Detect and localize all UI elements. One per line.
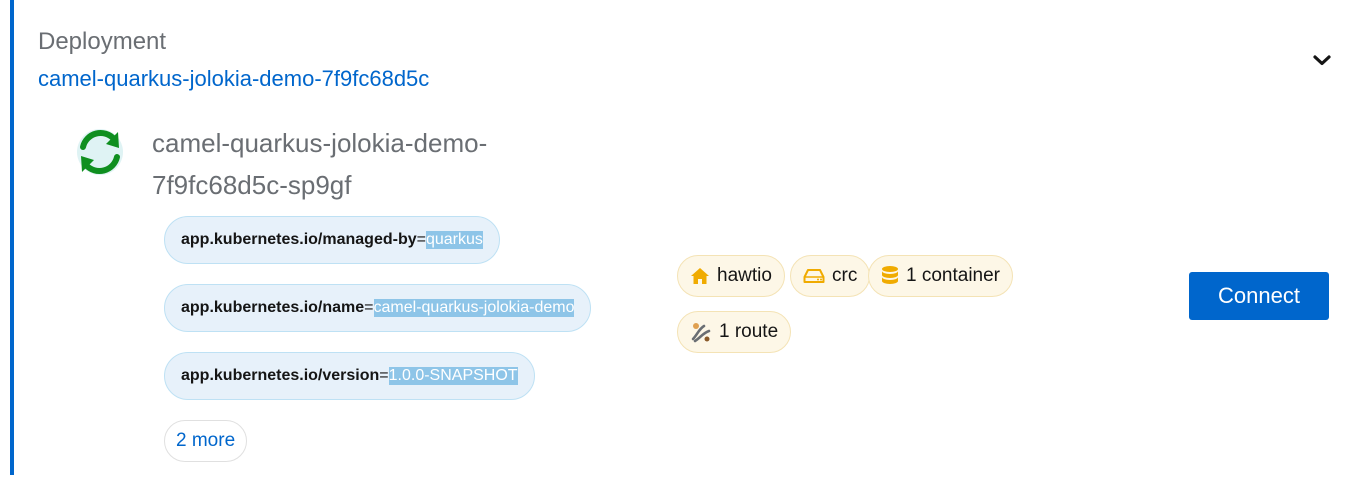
label-key: app.kubernetes.io/name — [181, 299, 365, 316]
hdd-icon — [803, 268, 825, 284]
namespace-badge: hawtio — [677, 255, 785, 297]
label-eq: = — [416, 231, 426, 248]
label-key: app.kubernetes.io/managed-by — [181, 231, 417, 248]
namespace-label: hawtio — [717, 265, 772, 286]
deployment-card: Deployment camel-quarkus-jolokia-demo-7f… — [10, 0, 1359, 475]
label-version: app.kubernetes.io/version = 1.0.0-SNAPSHOT — [164, 352, 535, 400]
more-labels-button[interactable]: 2 more — [164, 420, 248, 462]
label-eq: = — [364, 299, 374, 316]
label-eq: = — [379, 367, 389, 384]
label-value: camel-quarkus-jolokia-demo — [373, 299, 575, 317]
containers-badge: 1 container — [868, 255, 1014, 297]
node-badge: crc — [790, 255, 871, 297]
deployment-name-link[interactable]: camel-quarkus-jolokia-demo-7f9fc68d5c — [38, 66, 429, 92]
containers-label: 1 container — [906, 265, 1001, 286]
database-icon — [881, 265, 899, 287]
label-value: quarkus — [425, 231, 483, 249]
routes-label: 1 route — [719, 321, 779, 342]
home-icon — [690, 267, 710, 285]
pod-name-line2: 7f9fc68d5c-sp9gf — [152, 170, 352, 200]
routes-badge: 1 route — [677, 311, 792, 353]
deployment-kind-label: Deployment — [38, 28, 167, 55]
label-name: app.kubernetes.io/name = camel-quarkus-jol… — [164, 284, 592, 332]
route-icon — [690, 321, 712, 343]
pod-name-line1: camel-quarkus-jolokia-demo- — [152, 128, 488, 158]
pod-name: camel-quarkus-jolokia-demo- 7f9fc68d5c-s… — [152, 122, 572, 206]
connect-button[interactable]: Connect — [1189, 272, 1329, 320]
label-key: app.kubernetes.io/version — [181, 367, 380, 384]
label-value: 1.0.0-SNAPSHOT — [388, 367, 518, 385]
node-label: crc — [832, 265, 858, 286]
label-managed-by: app.kubernetes.io/managed-by = quarkus — [164, 216, 500, 264]
sync-icon — [70, 122, 130, 182]
chevron-down-icon[interactable] — [1310, 48, 1334, 72]
